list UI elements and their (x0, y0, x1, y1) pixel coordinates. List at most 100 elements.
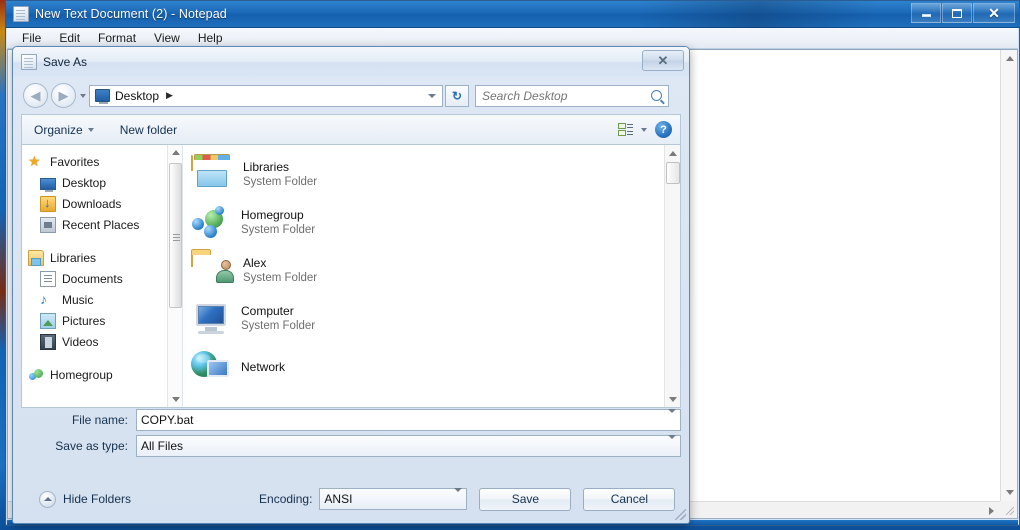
file-type: System Folder (243, 176, 318, 188)
notepad-title: New Text Document (2) - Notepad (35, 7, 227, 21)
scrollbar-thumb[interactable] (169, 163, 182, 308)
dialog-content-area: ★ Favorites Desktop Downloads Recent Pla… (21, 144, 681, 408)
cancel-button[interactable]: Cancel (583, 487, 676, 511)
encoding-select[interactable]: ANSI (319, 488, 468, 510)
refresh-button[interactable]: ↻ (445, 84, 469, 107)
recent-places-icon (40, 216, 56, 233)
file-name-row: File name: COPY.bat (21, 409, 681, 431)
chevron-down-icon (1005, 490, 1014, 495)
chevron-down-icon[interactable] (641, 127, 647, 132)
sidebar-item-pictures[interactable]: Pictures (22, 310, 182, 331)
close-button[interactable]: ✕ (973, 3, 1015, 23)
menu-format[interactable]: Format (89, 29, 145, 47)
chevron-right-icon (989, 506, 994, 515)
search-icon[interactable] (651, 90, 662, 101)
dialog-resize-grip[interactable] (675, 509, 686, 520)
list-item[interactable]: Libraries System Folder (191, 151, 680, 199)
file-name-input[interactable]: COPY.bat (136, 409, 681, 431)
computer-icon (95, 89, 110, 104)
address-bar-row: ◀ ▶ Desktop ▶ ↻ (13, 77, 689, 114)
chevron-down-icon (79, 93, 86, 98)
help-icon[interactable]: ? (655, 121, 672, 138)
chevron-down-icon (171, 397, 180, 402)
scrollbar-thumb[interactable] (666, 162, 680, 184)
scroll-up-button[interactable] (665, 145, 680, 161)
menu-file[interactable]: File (13, 29, 50, 47)
star-icon: ★ (28, 152, 41, 169)
list-item[interactable]: Network (191, 343, 680, 391)
scroll-down-button[interactable] (168, 392, 182, 407)
encoding-dropdown-button[interactable] (454, 488, 463, 506)
nav-label: Documents (62, 271, 123, 286)
notepad-icon (21, 54, 37, 70)
sidebar-item-music[interactable]: ♪ Music (22, 289, 182, 310)
videos-icon (40, 333, 56, 350)
scroll-down-button[interactable] (1001, 484, 1018, 501)
hide-folders-button[interactable]: Hide Folders (39, 490, 132, 508)
save-as-type-dropdown-button[interactable] (668, 435, 676, 453)
list-item[interactable]: Homegroup System Folder (191, 199, 680, 247)
file-name: Alex (243, 256, 267, 270)
file-list-scrollbar[interactable] (664, 145, 680, 407)
address-path: Desktop (115, 88, 160, 103)
forward-button[interactable]: ▶ (51, 83, 76, 108)
save-as-type-value: All Files (141, 439, 184, 453)
dialog-titlebar[interactable]: Save As ✕ (13, 47, 689, 77)
search-box[interactable] (475, 84, 669, 107)
menu-view[interactable]: View (145, 29, 189, 47)
menu-edit[interactable]: Edit (50, 29, 89, 47)
file-name-dropdown-button[interactable] (668, 409, 676, 427)
notepad-vertical-scrollbar[interactable] (1000, 50, 1017, 501)
computer-icon (191, 302, 231, 336)
scroll-up-button[interactable] (168, 145, 182, 160)
search-input[interactable] (480, 87, 651, 104)
sidebar-item-recent-places[interactable]: Recent Places (22, 214, 182, 235)
minimize-icon (921, 14, 931, 17)
maximize-button[interactable] (942, 3, 972, 23)
notepad-resize-grip[interactable] (1000, 501, 1017, 518)
homegroup-icon (191, 205, 231, 241)
sidebar-item-downloads[interactable]: Downloads (22, 193, 182, 214)
sidebar-item-desktop[interactable]: Desktop (22, 172, 182, 193)
view-mode-icon[interactable] (618, 122, 633, 137)
nav-group-favorites[interactable]: ★ Favorites (22, 151, 182, 172)
nav-label: Libraries (50, 250, 97, 265)
window-controls: ✕ (911, 3, 1015, 23)
encoding-label: Encoding: (259, 492, 313, 506)
dialog-close-button[interactable]: ✕ (642, 50, 684, 71)
scroll-up-button[interactable] (1001, 50, 1018, 67)
sidebar-item-documents[interactable]: Documents (22, 268, 182, 289)
recent-locations-button[interactable] (76, 83, 89, 108)
dialog-title: Save As (43, 55, 88, 69)
chevron-up-icon (669, 150, 677, 156)
network-icon (191, 350, 231, 384)
sidebar-item-videos[interactable]: Videos (22, 331, 182, 352)
minimize-button[interactable] (911, 3, 941, 23)
nav-group-libraries[interactable]: Libraries (22, 247, 182, 268)
scroll-down-button[interactable] (665, 391, 680, 407)
file-name-value: COPY.bat (141, 413, 194, 427)
chevron-down-icon (669, 396, 677, 402)
nav-group-homegroup[interactable]: Homegroup (22, 364, 182, 385)
breadcrumb-chevron-icon[interactable]: ▶ (166, 90, 173, 101)
chevron-up-icon (171, 150, 180, 155)
save-as-type-label: Save as type: (55, 439, 128, 453)
back-button[interactable]: ◀ (23, 83, 48, 108)
address-dropdown-button[interactable] (424, 93, 440, 98)
notepad-titlebar[interactable]: New Text Document (2) - Notepad ✕ (6, 1, 1019, 28)
nav-pane-scrollbar[interactable] (167, 145, 182, 407)
desktop-icon (40, 177, 56, 192)
save-as-type-select[interactable]: All Files (136, 435, 681, 457)
organize-button[interactable]: Organize (26, 120, 102, 140)
pictures-icon (40, 312, 56, 329)
address-bar[interactable]: Desktop ▶ (89, 84, 443, 107)
chevron-down-icon (454, 488, 463, 506)
hide-folders-label: Hide Folders (63, 492, 132, 506)
save-button[interactable]: Save (479, 487, 572, 511)
list-item[interactable]: Alex System Folder (191, 247, 680, 295)
menu-help[interactable]: Help (189, 29, 232, 47)
list-item[interactable]: Computer System Folder (191, 295, 680, 343)
scroll-right-button[interactable] (983, 502, 1000, 519)
new-folder-button[interactable]: New folder (112, 120, 185, 140)
file-name: Network (241, 359, 286, 374)
